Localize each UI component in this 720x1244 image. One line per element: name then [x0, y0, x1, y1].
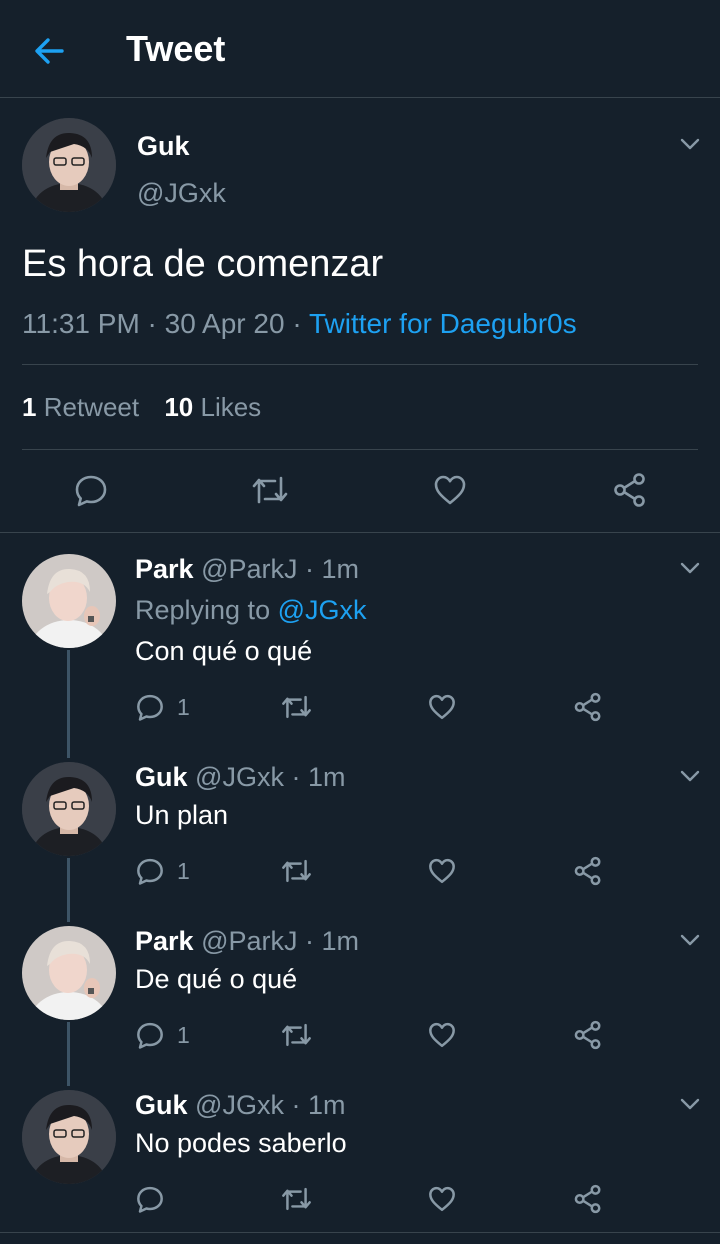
- reply-count: 1: [177, 857, 190, 884]
- retweet-icon[interactable]: [250, 472, 290, 508]
- top-bar: Tweet: [0, 0, 720, 98]
- share-icon[interactable]: [573, 692, 603, 722]
- reply-count: 1: [177, 1021, 190, 1048]
- like-icon[interactable]: [432, 472, 468, 508]
- reply-header: Park @ParkJ · 1m: [135, 926, 360, 956]
- reply-header: Guk @JGxk · 1m: [135, 1090, 346, 1120]
- reply-time: 1m: [307, 1090, 346, 1120]
- tweet-time: 11:31 PM: [22, 308, 140, 339]
- like-count: 10: [164, 392, 194, 422]
- share-icon[interactable]: [573, 1184, 603, 1214]
- reply-icon: [137, 694, 163, 721]
- reply-header: Park @ParkJ · 1m: [135, 554, 360, 584]
- reply-header: Guk @JGxk · 1m: [135, 762, 346, 792]
- tweet-source-link[interactable]: Twitter for Daegubr0s: [309, 308, 577, 339]
- reply-author-handle[interactable]: @JGxk: [195, 762, 284, 792]
- reply-author-name[interactable]: Guk: [135, 1090, 188, 1120]
- replying-to-label: Replying to: [135, 595, 271, 625]
- divider: [22, 449, 698, 450]
- reply-button[interactable]: 1: [135, 692, 190, 722]
- like-icon[interactable]: [427, 1184, 457, 1214]
- replying-to: Replying to @JGxk: [135, 595, 367, 626]
- retweets-stat[interactable]: 1 Retweet: [22, 392, 139, 422]
- reply-icon: [137, 1186, 163, 1213]
- avatar[interactable]: [22, 762, 116, 856]
- page-title: Tweet: [126, 28, 226, 69]
- chevron-down-icon[interactable]: [676, 130, 704, 158]
- reply-author-name[interactable]: Park: [135, 554, 194, 584]
- likes-stat[interactable]: 10 Likes: [164, 392, 261, 422]
- reply-icon: [137, 858, 163, 885]
- reply-button[interactable]: 1: [135, 856, 190, 886]
- author-handle[interactable]: @JGxk: [137, 178, 226, 209]
- reply-author-handle[interactable]: @JGxk: [195, 1090, 284, 1120]
- retweet-icon[interactable]: [280, 1184, 313, 1214]
- divider: [0, 1232, 720, 1233]
- reply-text: No podes saberlo: [135, 1128, 347, 1158]
- tweet-meta: 11:31 PM · 30 Apr 20 · Twitter for Daegu…: [22, 308, 577, 339]
- retweet-icon[interactable]: [280, 692, 313, 722]
- main-tweet: Guk @JGxk Es hora de comenzar 11:31 PM ·…: [0, 98, 720, 533]
- retweet-icon[interactable]: [280, 856, 313, 886]
- avatar[interactable]: [22, 118, 116, 212]
- retweet-icon[interactable]: [280, 1020, 313, 1050]
- reply-author-name[interactable]: Guk: [135, 762, 188, 792]
- reply-icon: [137, 1022, 163, 1049]
- like-icon[interactable]: [427, 692, 457, 722]
- retweet-label: Retweet: [43, 392, 140, 422]
- avatar[interactable]: [22, 554, 116, 648]
- share-icon[interactable]: [573, 1020, 603, 1050]
- reply-author-handle[interactable]: @ParkJ: [201, 554, 297, 584]
- thread-line: [67, 858, 70, 922]
- divider: [22, 364, 698, 365]
- reply-time: 1m: [321, 554, 360, 584]
- reply-text: Con qué o qué: [135, 636, 313, 666]
- tweet-stats: 1 Retweet 10 Likes: [22, 392, 279, 423]
- share-icon[interactable]: [612, 472, 648, 508]
- share-icon[interactable]: [573, 856, 603, 886]
- thread-line: [67, 650, 70, 758]
- reply-text: De qué o qué: [135, 964, 298, 994]
- retweet-count: 1: [22, 392, 37, 422]
- reply-icon[interactable]: [73, 472, 109, 508]
- reply-button[interactable]: 1: [135, 1020, 190, 1050]
- like-label: Likes: [200, 392, 262, 422]
- avatar[interactable]: [22, 1090, 116, 1184]
- reply-text: Un plan: [135, 800, 229, 830]
- tweet-text: Es hora de comenzar: [22, 243, 384, 285]
- avatar[interactable]: [22, 926, 116, 1020]
- back-arrow-icon[interactable]: [30, 32, 68, 70]
- like-icon[interactable]: [427, 1020, 457, 1050]
- reply-author-name[interactable]: Park: [135, 926, 194, 956]
- reply-count: 1: [177, 693, 190, 720]
- reply-button[interactable]: [135, 1184, 165, 1214]
- tweet-date: 30 Apr 20: [164, 308, 285, 339]
- reply-time: 1m: [307, 762, 346, 792]
- reply-time: 1m: [321, 926, 360, 956]
- chevron-down-icon[interactable]: [676, 926, 704, 954]
- replying-to-mention[interactable]: @JGxk: [278, 595, 367, 625]
- like-icon[interactable]: [427, 856, 457, 886]
- chevron-down-icon[interactable]: [676, 1090, 704, 1118]
- reply-author-handle[interactable]: @ParkJ: [201, 926, 297, 956]
- chevron-down-icon[interactable]: [676, 554, 704, 582]
- author-name[interactable]: Guk: [137, 131, 190, 162]
- thread-line: [67, 1022, 70, 1086]
- chevron-down-icon[interactable]: [676, 762, 704, 790]
